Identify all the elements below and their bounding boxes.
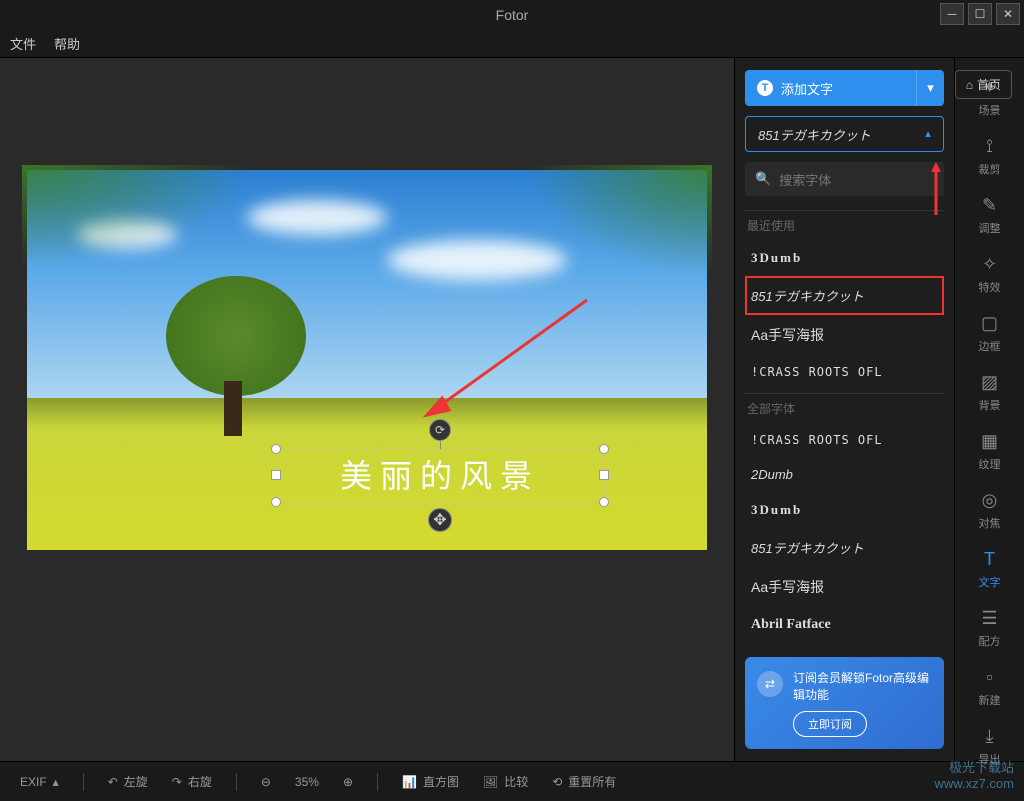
tool-icon: T <box>984 549 995 570</box>
compare-icon: 🖼 <box>483 775 498 789</box>
promo-text: 订阅会员解锁Fotor高级编辑功能 <box>793 669 932 703</box>
font-select[interactable]: 851テガキカクット ▲ <box>745 116 944 152</box>
tool-icon: ✎ <box>982 195 997 216</box>
reset-button[interactable]: ⟲重置所有 <box>552 773 616 790</box>
menu-help[interactable]: 帮助 <box>54 34 80 53</box>
titlebar: Fotor ─ ☐ ✕ <box>0 0 1024 30</box>
rotate-left-icon: ↶ <box>108 775 118 789</box>
resize-handle-e[interactable] <box>599 470 609 480</box>
rotate-right-icon: ↷ <box>172 775 182 789</box>
tool-文字[interactable]: T文字 <box>979 540 1001 599</box>
bottom-bar: EXIF ▴ ↶左旋 ↷右旋 ⊖ 35% ⊕ 📊直方图 🖼比较 ⟲重置所有 <box>0 761 1024 801</box>
promo-icon: ⇄ <box>757 671 783 697</box>
text-box[interactable]: ⟳ 美丽的风景 ✥ <box>275 448 605 503</box>
tree <box>156 276 316 436</box>
resize-handle-se[interactable] <box>599 497 609 507</box>
font-item[interactable]: 851テガキカクット <box>745 528 944 567</box>
tool-icon: ▫ <box>986 667 992 688</box>
tool-背景[interactable]: ▨背景 <box>979 363 1001 422</box>
tool-icon: ▢ <box>981 313 998 334</box>
font-search-input[interactable]: 🔍 搜索字体 <box>745 162 944 196</box>
tool-纹理[interactable]: ▦纹理 <box>979 422 1001 481</box>
exif-button[interactable]: EXIF ▴ <box>20 775 59 789</box>
font-item[interactable]: Aa手写海报 <box>745 315 944 355</box>
tool-特效[interactable]: ✧特效 <box>979 245 1001 304</box>
minimize-button[interactable]: ─ <box>940 3 964 25</box>
canvas-area[interactable]: ⟳ 美丽的风景 ✥ <box>0 58 734 761</box>
rotate-right-button[interactable]: ↷右旋 <box>172 773 212 790</box>
tool-icon: ▦ <box>981 431 998 452</box>
right-panel: T 添加文字 ▾ 851テガキカクット ▲ 🔍 搜索字体 最近使用 3Dumb8… <box>734 58 954 761</box>
all-fonts-label: 全部字体 <box>745 393 944 423</box>
annotation-arrow-dropdown <box>926 160 946 220</box>
tool-配方[interactable]: ☰配方 <box>979 599 1001 658</box>
window-title: Fotor <box>496 7 529 23</box>
maximize-button[interactable]: ☐ <box>968 3 992 25</box>
font-item[interactable]: 3Dumb <box>745 492 944 528</box>
add-text-button[interactable]: T 添加文字 ▾ <box>745 70 944 106</box>
font-item[interactable]: 2Dumb <box>745 457 944 492</box>
tool-裁剪[interactable]: ⟟裁剪 <box>979 127 1001 186</box>
resize-handle-nw[interactable] <box>271 444 281 454</box>
font-item[interactable]: !CRASS ROOTS OFL <box>745 423 944 457</box>
subscribe-button[interactable]: 立即订阅 <box>793 711 867 737</box>
tool-icon: ⟟ <box>986 136 993 157</box>
histogram-button[interactable]: 📊直方图 <box>402 773 459 790</box>
main-area: ⟳ 美丽的风景 ✥ T 添加文字 ▾ 851テガキカクット ▲ <box>0 58 1024 761</box>
canvas-image[interactable]: ⟳ 美丽的风景 ✥ <box>27 170 707 550</box>
close-button[interactable]: ✕ <box>996 3 1020 25</box>
home-icon: ⌂ <box>966 78 973 92</box>
recent-fonts-label: 最近使用 <box>745 210 944 240</box>
right-toolbar: ✦场景⟟裁剪✎调整✧特效▢边框▨背景▦纹理◎对焦T文字☰配方▫新建⤓导出 <box>954 58 1024 761</box>
font-item[interactable]: Abril Fatface <box>745 607 944 643</box>
add-text-dropdown[interactable]: ▾ <box>916 70 944 106</box>
tool-边框[interactable]: ▢边框 <box>979 304 1001 363</box>
tool-icon: ◎ <box>982 490 998 511</box>
tool-新建[interactable]: ▫新建 <box>979 658 1001 717</box>
zoom-out-button[interactable]: ⊖ <box>261 775 271 789</box>
text-content[interactable]: 美丽的风景 <box>276 449 604 504</box>
zoom-in-button[interactable]: ⊕ <box>343 775 353 789</box>
zoom-level[interactable]: 35% <box>295 775 319 789</box>
font-item[interactable]: Aa手写海报 <box>745 567 944 607</box>
leaves-decoration <box>512 165 712 285</box>
tool-导出[interactable]: ⤓导出 <box>979 717 1001 776</box>
tool-对焦[interactable]: ◎对焦 <box>979 481 1001 540</box>
resize-handle-ne[interactable] <box>599 444 609 454</box>
histogram-icon: 📊 <box>402 775 417 789</box>
text-icon: T <box>757 80 773 96</box>
tool-icon: ✧ <box>982 254 997 275</box>
font-item[interactable]: 3Dumb <box>745 240 944 276</box>
window-controls: ─ ☐ ✕ <box>940 3 1020 25</box>
search-icon: 🔍 <box>755 171 771 187</box>
rotate-left-button[interactable]: ↶左旋 <box>108 773 148 790</box>
caret-up-icon: ▲ <box>923 129 933 140</box>
annotation-arrow-canvas <box>407 290 597 430</box>
move-handle[interactable]: ✥ <box>428 508 452 532</box>
reset-icon: ⟲ <box>552 775 562 789</box>
tool-调整[interactable]: ✎调整 <box>979 186 1001 245</box>
tool-icon: ▨ <box>981 372 998 393</box>
font-item[interactable]: 851テガキカクット <box>745 276 944 315</box>
font-list[interactable]: 最近使用 3Dumb851テガキカクットAa手写海报!CRASS ROOTS O… <box>745 206 944 647</box>
home-button[interactable]: ⌂ 首页 <box>955 70 1012 99</box>
tool-icon: ⤓ <box>986 726 994 747</box>
compare-button[interactable]: 🖼比较 <box>483 773 528 790</box>
resize-handle-sw[interactable] <box>271 497 281 507</box>
tool-icon: ☰ <box>981 608 997 629</box>
menu-file[interactable]: 文件 <box>10 34 36 53</box>
promo-box: ⇄ 订阅会员解锁Fotor高级编辑功能 立即订阅 <box>745 657 944 749</box>
leaves-decoration <box>22 165 272 275</box>
resize-handle-w[interactable] <box>271 470 281 480</box>
menubar: 文件 帮助 <box>0 30 1024 58</box>
font-item[interactable]: !CRASS ROOTS OFL <box>745 355 944 389</box>
